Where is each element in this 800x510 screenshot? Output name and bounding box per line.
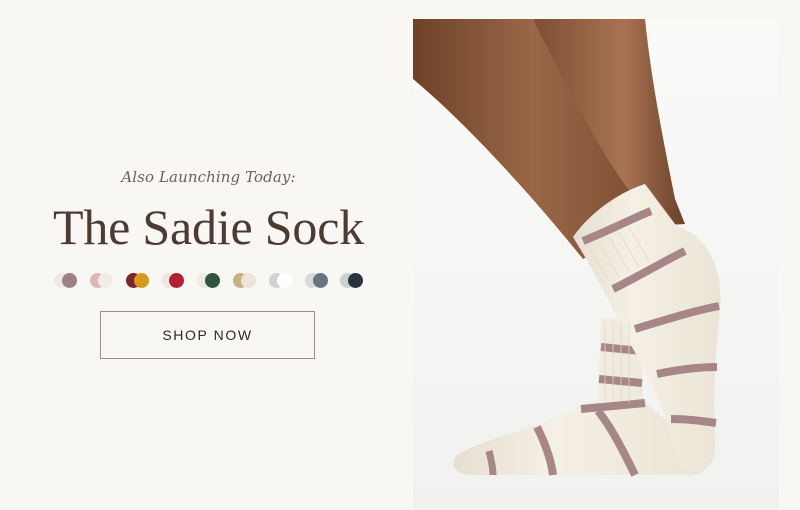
swatch-dot (241, 273, 256, 288)
swatch-dot (276, 273, 292, 288)
swatch-red[interactable] (161, 273, 187, 289)
color-swatches (54, 273, 374, 289)
swatch-dot (348, 273, 364, 288)
swatch-navy[interactable] (340, 273, 366, 289)
launch-banner: Also Launching Today: The Sadie Sock SHO… (0, 0, 800, 510)
product-photo (413, 19, 779, 510)
swatch-blush[interactable] (89, 273, 116, 289)
product-title: The Sadie Sock (52, 199, 365, 255)
swatch-dot (205, 273, 221, 288)
swatch-wine-mustard[interactable] (125, 273, 152, 289)
swatch-slate[interactable] (304, 273, 331, 289)
swatch-green[interactable] (197, 273, 223, 289)
swatch-dot (169, 273, 185, 288)
swatch-sand[interactable] (233, 273, 259, 289)
swatch-dot (97, 273, 113, 288)
swatch-grey-white[interactable] (268, 273, 295, 289)
swatch-mauve[interactable] (54, 273, 80, 289)
swatch-dot (133, 273, 149, 288)
swatch-dot (312, 273, 328, 288)
eyebrow-text: Also Launching Today: (121, 168, 296, 186)
promo-text-panel: Also Launching Today: The Sadie Sock SHO… (0, 0, 413, 510)
sock-product-photo (413, 19, 779, 510)
swatch-dot (62, 273, 77, 288)
shop-now-button[interactable]: SHOP NOW (100, 311, 315, 359)
